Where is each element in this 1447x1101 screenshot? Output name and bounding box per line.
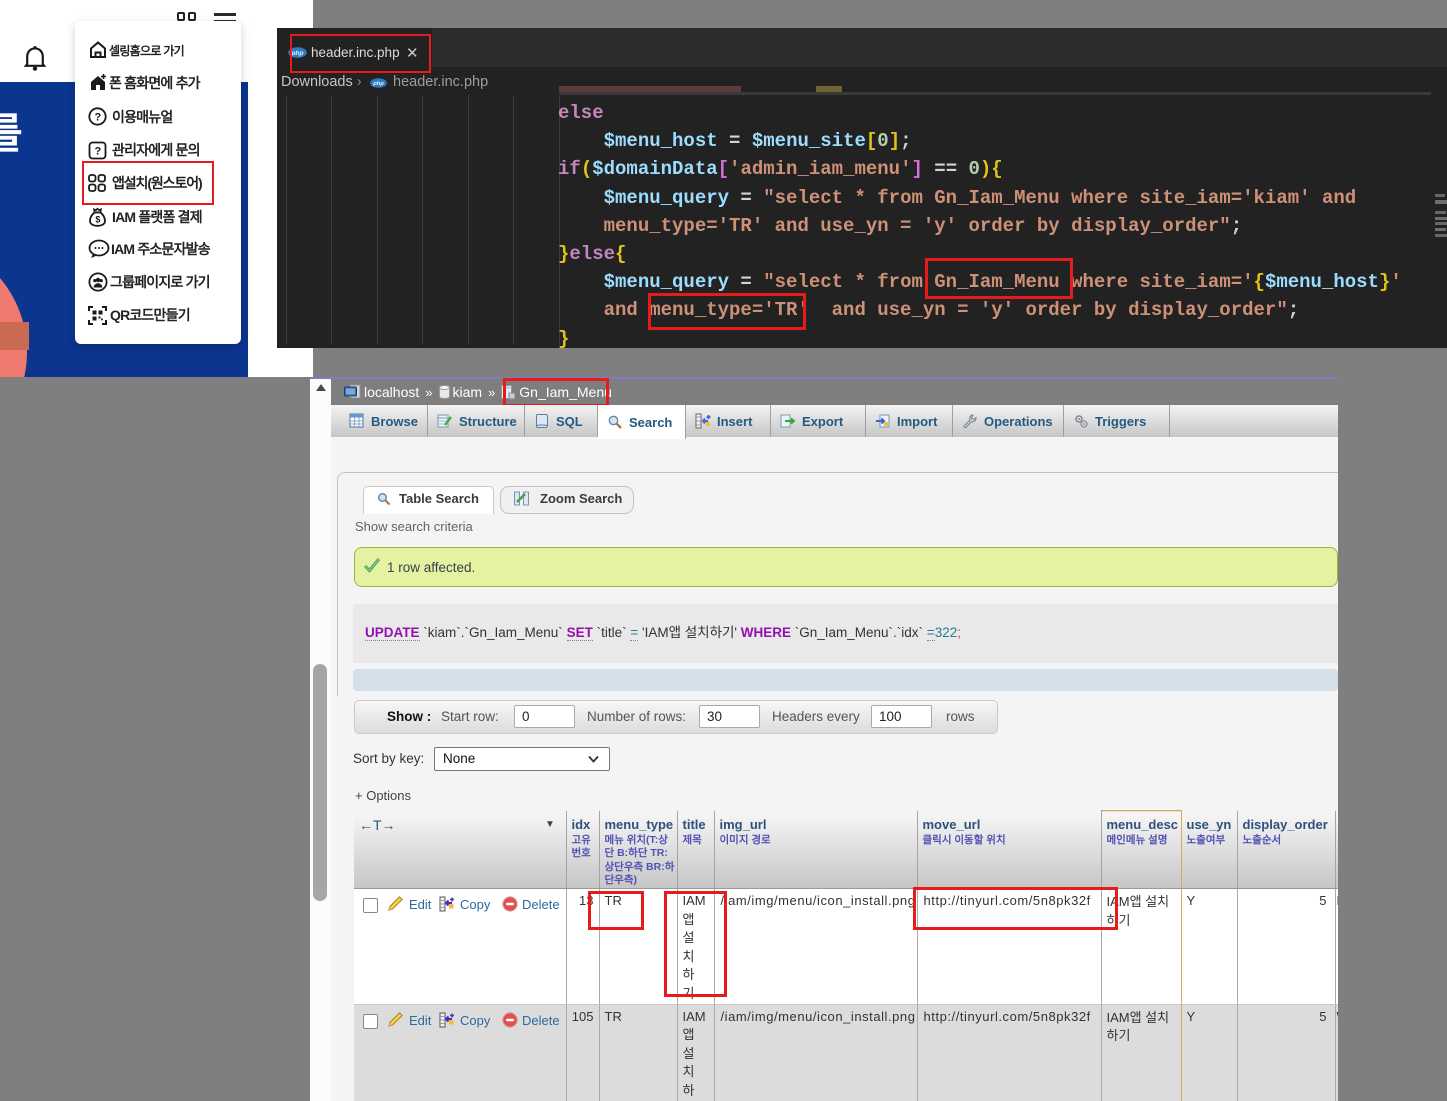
svg-text:$: $ xyxy=(95,214,100,224)
svg-text:?: ? xyxy=(95,145,102,157)
svg-text:php: php xyxy=(372,81,384,87)
svg-text:?: ? xyxy=(95,112,102,124)
